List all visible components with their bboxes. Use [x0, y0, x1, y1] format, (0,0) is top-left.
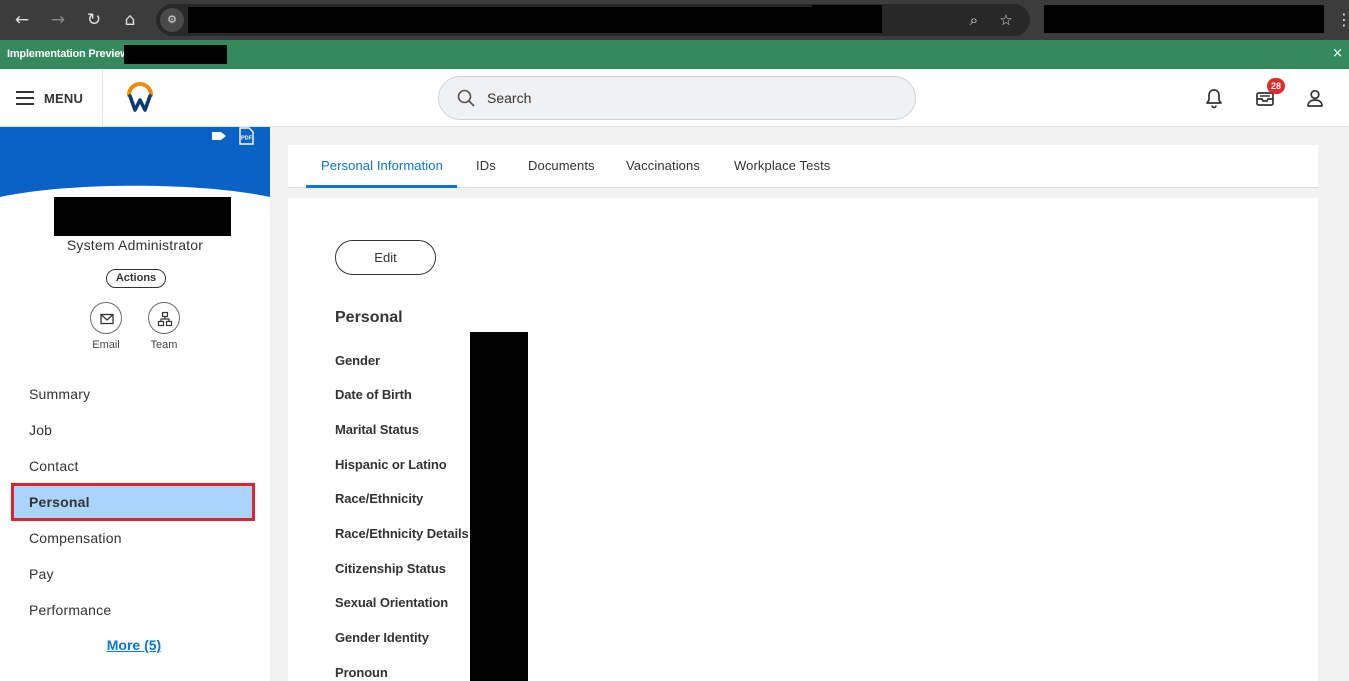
url-redaction — [188, 7, 882, 33]
address-bar[interactable]: ⚙ ⌕ ☆ — [156, 4, 1030, 36]
zoom-icon[interactable]: ⌕ — [964, 10, 984, 30]
tenant-redaction — [124, 45, 227, 64]
field-label-gender: Gender — [335, 353, 380, 368]
sidebar-item-summary[interactable]: Summary — [12, 376, 254, 412]
menu-label: MENU — [44, 90, 84, 106]
app-header: MENU — [0, 69, 1349, 127]
bell-icon[interactable] — [1202, 86, 1226, 110]
back-icon[interactable]: ← — [10, 8, 34, 32]
workday-logo[interactable] — [124, 81, 156, 113]
section-title: Personal — [335, 309, 403, 326]
sidebar-item-job[interactable]: Job — [12, 412, 254, 448]
reload-icon[interactable]: ↻ — [82, 8, 106, 32]
email-label: Email — [92, 339, 120, 351]
menu-button[interactable]: MENU — [16, 88, 83, 108]
tab-workplace-tests[interactable]: Workplace Tests — [734, 145, 830, 188]
forward-icon[interactable]: → — [46, 8, 70, 32]
org-chart-icon — [157, 311, 173, 327]
tab-ids[interactable]: IDs — [476, 145, 496, 188]
envelope-icon — [100, 313, 114, 325]
team-label: Team — [150, 339, 178, 351]
worker-profile-panel: PDF System Administrator Actions Email T… — [0, 127, 270, 681]
worker-name-redaction — [54, 197, 231, 236]
sidebar-item-personal[interactable]: Personal — [11, 483, 255, 521]
close-icon[interactable]: × — [1332, 46, 1343, 62]
tab-bar: Personal Information IDs Documents Vacci… — [288, 145, 1318, 188]
field-label-race-ethnicity-details: Race/Ethnicity Details — [335, 526, 469, 541]
field-label-hispanic-or-latino: Hispanic or Latino — [335, 457, 447, 472]
personal-information-card: Edit Personal Gender Date of Birth Marit… — [288, 198, 1318, 681]
banner-label: Implementation Preview — [7, 48, 129, 60]
profile-nav: Summary Job Contact Personal Compensatio… — [11, 376, 255, 628]
search-icon — [457, 89, 475, 107]
worker-role: System Administrator — [66, 237, 204, 253]
more-link[interactable]: More (5) — [0, 637, 268, 653]
svg-text:PDF: PDF — [241, 136, 253, 142]
implementation-preview-banner: Implementation Preview × — [0, 40, 1349, 69]
home-icon[interactable]: ⌂ — [118, 8, 142, 32]
field-values-redaction — [470, 332, 528, 681]
sidebar-item-performance[interactable]: Performance — [12, 592, 254, 628]
email-button[interactable] — [90, 302, 122, 334]
kebab-icon[interactable]: ⋮ — [1336, 8, 1349, 32]
field-label-gender-identity: Gender Identity — [335, 630, 429, 645]
pdf-icon[interactable]: PDF — [237, 127, 255, 145]
field-label-race-ethnicity: Race/Ethnicity — [335, 491, 424, 506]
field-label-marital-status: Marital Status — [335, 422, 419, 437]
search-bar[interactable] — [438, 76, 916, 120]
actions-button[interactable]: Actions — [106, 269, 166, 288]
site-info-icon[interactable]: ⚙ — [160, 8, 184, 32]
tag-icon[interactable] — [210, 127, 228, 145]
tab-personal-information[interactable]: Personal Information — [306, 145, 457, 188]
tab-vaccinations[interactable]: Vaccinations — [626, 145, 700, 188]
field-label-date-of-birth: Date of Birth — [335, 387, 412, 402]
field-label-citizenship-status: Citizenship Status — [335, 561, 446, 576]
url-redaction — [812, 5, 882, 33]
field-label-sexual-orientation: Sexual Orientation — [335, 595, 449, 610]
user-icon[interactable] — [1303, 86, 1327, 110]
inbox-count-badge: 28 — [1267, 78, 1285, 94]
header-divider — [102, 69, 103, 127]
sidebar-item-pay[interactable]: Pay — [12, 556, 254, 592]
sidebar-item-contact[interactable]: Contact — [12, 448, 254, 484]
team-button[interactable] — [148, 302, 180, 334]
field-label-pronoun: Pronoun — [335, 665, 388, 680]
browser-toolbar: ← → ↻ ⌂ ⚙ ⌕ ☆ ⋮ — [0, 0, 1349, 40]
profile-redaction — [1044, 5, 1324, 33]
star-icon[interactable]: ☆ — [996, 10, 1016, 30]
tab-documents[interactable]: Documents — [528, 145, 595, 188]
sidebar-item-compensation[interactable]: Compensation — [12, 520, 254, 556]
hamburger-icon — [16, 91, 34, 105]
edit-button[interactable]: Edit — [335, 240, 436, 275]
search-input[interactable] — [487, 77, 887, 119]
